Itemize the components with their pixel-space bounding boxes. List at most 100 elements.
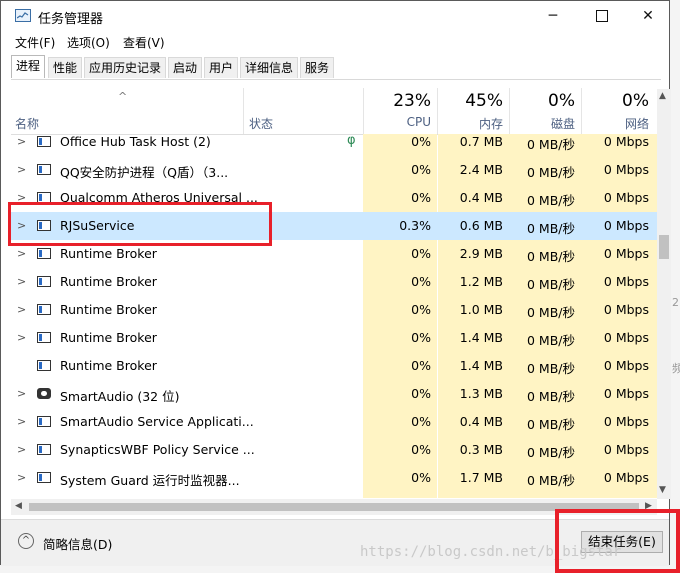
network-value: 0 Mbps — [603, 246, 649, 261]
expand-chevron-icon[interactable]: > — [17, 331, 26, 344]
task-manager-app-icon — [15, 9, 31, 22]
disk-value: 0 MB/秒 — [527, 361, 575, 376]
process-icon — [37, 388, 51, 399]
memory-value: 1.2 MB — [459, 274, 503, 289]
expand-chevron-icon[interactable]: > — [17, 387, 26, 400]
memory-value: 1.3 MB — [459, 386, 503, 401]
process-name: SynapticsWBF Policy Service ... — [60, 442, 255, 457]
process-row[interactable]: > SmartAudio (32 位) 0% 1.3 MB 0 MB/秒 0 Mbps — [11, 380, 657, 408]
process-list: > Office Hub Task Host (2) φ 0% 0.7 MB 0 MB/秒… — [11, 128, 657, 498]
memory-value: 0.4 MB — [459, 190, 503, 205]
expand-chevron-icon[interactable]: > — [17, 443, 26, 456]
tab-app-history[interactable]: 应用历史记录 — [84, 57, 167, 78]
menu-file[interactable]: 文件(F) — [15, 34, 55, 51]
memory-value: 0.4 MB — [459, 414, 503, 429]
disk-value: 0 MB/秒 — [527, 249, 575, 264]
process-icon — [37, 248, 51, 259]
tab-strip: 进程 性能 应用历史记录 启动 用户 详细信息 服务 — [11, 55, 661, 80]
disk-value: 0 MB/秒 — [527, 137, 575, 152]
sort-up-icon: ^ — [118, 90, 128, 103]
process-icon — [37, 444, 51, 455]
disk-value: 0 MB/秒 — [527, 417, 575, 432]
window-title: 任务管理器 — [38, 12, 104, 27]
desktop-background-right: 2 频 — [670, 0, 680, 573]
menu-view[interactable]: 查看(V) — [123, 34, 165, 51]
menu-options[interactable]: 选项(O) — [67, 34, 110, 51]
vertical-scrollbar[interactable]: ▲ ▼ — [657, 89, 671, 499]
process-row[interactable]: > Runtime Broker 0% 1.4 MB 0 MB/秒 0 Mbps — [11, 324, 657, 352]
brief-details-link[interactable]: 简略信息(D) — [43, 534, 112, 553]
process-row[interactable]: Runtime Broker 0% 1.4 MB 0 MB/秒 0 Mbps — [11, 352, 657, 380]
memory-value: 0.3 MB — [459, 442, 503, 457]
title-bar[interactable]: 任务管理器 ─ ✕ — [1, 1, 669, 31]
minimize-button[interactable]: ─ — [530, 1, 576, 31]
cpu-value: 0% — [411, 302, 431, 317]
network-value: 0 Mbps — [603, 470, 649, 485]
process-name: Runtime Broker — [60, 274, 157, 289]
expand-chevron-icon[interactable]: > — [17, 415, 26, 428]
close-icon: ✕ — [642, 8, 654, 24]
maximize-button[interactable] — [579, 1, 625, 31]
network-value: 0 Mbps — [603, 190, 649, 205]
memory-total[interactable]: 45% — [443, 91, 503, 111]
horizontal-scroll-thumb[interactable] — [29, 503, 639, 511]
process-row[interactable]: > QQ安全防护进程（Q盾）（3... 0% 2.4 MB 0 MB/秒 0 Mbps — [11, 156, 657, 184]
memory-value: 1.4 MB — [459, 330, 503, 345]
network-value: 0 Mbps — [603, 414, 649, 429]
process-row[interactable]: > Runtime Broker 0% 1.0 MB 0 MB/秒 0 Mbps — [11, 296, 657, 324]
process-row[interactable]: > Office Hub Task Host (2) φ 0% 0.7 MB 0 MB/秒… — [11, 128, 657, 156]
disk-value: 0 MB/秒 — [527, 333, 575, 348]
disk-value: 0 MB/秒 — [527, 389, 575, 404]
cpu-value: 0% — [411, 470, 431, 485]
tab-processes[interactable]: 进程 — [11, 55, 46, 78]
vertical-scroll-thumb[interactable] — [659, 235, 669, 259]
close-button[interactable]: ✕ — [625, 1, 671, 31]
network-value: 0 Mbps — [603, 218, 649, 233]
cpu-total[interactable]: 23% — [371, 91, 431, 111]
tab-details[interactable]: 详细信息 — [240, 57, 299, 78]
process-row[interactable]: > Runtime Broker 0% 1.2 MB 0 MB/秒 0 Mbps — [11, 268, 657, 296]
expand-chevron-icon[interactable]: > — [17, 275, 26, 288]
process-icon — [37, 416, 51, 427]
cpu-value: 0% — [411, 162, 431, 177]
disk-value: 0 MB/秒 — [527, 193, 575, 208]
scroll-down-icon[interactable]: ▼ — [659, 485, 666, 495]
process-row[interactable]: > System Guard 运行时监视器... 0% 1.7 MB 0 MB/秒 0 M… — [11, 464, 657, 492]
tab-services[interactable]: 服务 — [300, 57, 335, 78]
network-value: 0 Mbps — [603, 302, 649, 317]
process-icon — [37, 276, 51, 287]
tab-performance[interactable]: 性能 — [48, 57, 83, 78]
memory-value: 1.4 MB — [459, 358, 503, 373]
tab-startup[interactable]: 启动 — [168, 57, 203, 78]
memory-value: 1.0 MB — [459, 302, 503, 317]
cpu-value: 0% — [411, 330, 431, 345]
task-manager-window: 任务管理器 ─ ✕ 文件(F) 选项(O) 查看(V) 进程 性能 应用历史记录… — [0, 0, 671, 566]
expand-chevron-icon[interactable]: > — [17, 471, 26, 484]
cpu-value: 0% — [411, 442, 431, 457]
scroll-up-icon[interactable]: ▲ — [659, 91, 666, 101]
column-cpu[interactable]: CPU — [371, 115, 431, 129]
process-name: Runtime Broker — [60, 330, 157, 345]
scroll-left-icon[interactable]: ◀ — [15, 501, 22, 511]
expand-chevron-icon[interactable]: > — [17, 303, 26, 316]
process-name: Office Hub Task Host (2) — [60, 134, 211, 149]
disk-total[interactable]: 0% — [515, 91, 575, 111]
process-icon — [37, 136, 51, 147]
process-row[interactable]: > SynapticsWBF Policy Service ... 0% 0.3 MB… — [11, 436, 657, 464]
expand-chevron-icon[interactable]: > — [17, 247, 26, 260]
process-name: SmartAudio Service Applicati... — [60, 414, 254, 429]
process-row[interactable]: > SmartAudio Service Applicati... 0% 0.4 MB… — [11, 408, 657, 436]
minimize-icon: ─ — [548, 8, 558, 24]
process-icon — [37, 164, 51, 175]
collapse-chevron-icon[interactable]: ^ — [18, 533, 34, 549]
expand-chevron-icon[interactable]: > — [17, 135, 26, 148]
cpu-value: 0% — [411, 134, 431, 149]
cpu-value: 0% — [411, 414, 431, 429]
tab-users[interactable]: 用户 — [204, 57, 239, 78]
highlight-box-end-task — [555, 509, 680, 573]
status-leaf-icon: φ — [347, 133, 356, 148]
expand-chevron-icon[interactable]: > — [17, 163, 26, 176]
memory-value: 2.9 MB — [459, 246, 503, 261]
network-value: 0 Mbps — [603, 330, 649, 345]
network-total[interactable]: 0% — [587, 91, 649, 111]
